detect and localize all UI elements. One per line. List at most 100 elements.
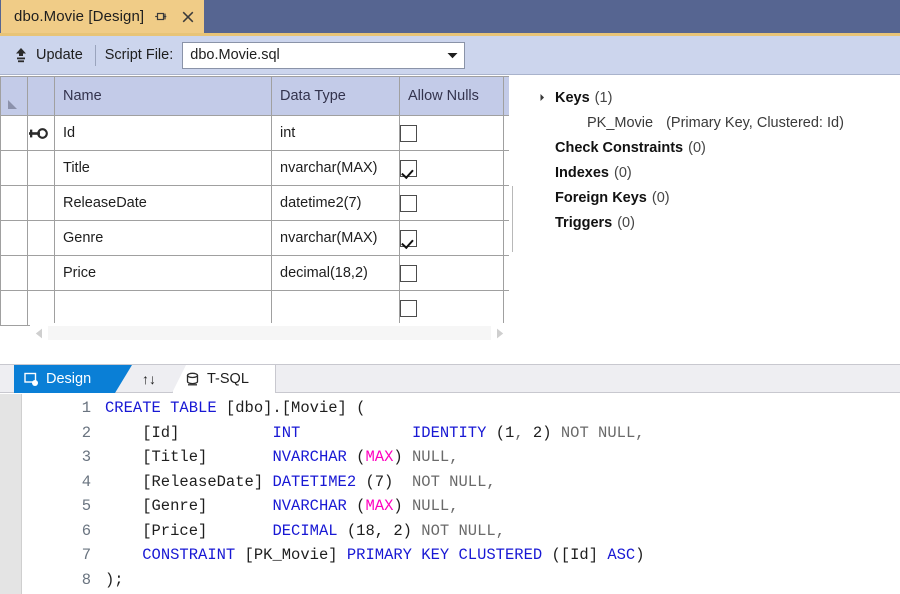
grid-header-allow-nulls[interactable]: Allow Nulls [400, 77, 504, 116]
allow-nulls-cell[interactable] [400, 291, 504, 326]
designer-icon [24, 372, 39, 387]
properties-group-count: (1) [595, 90, 613, 106]
table-row[interactable]: ReleaseDate datetime2(7) [1, 186, 510, 221]
column-name-cell[interactable]: Title [55, 151, 272, 186]
document-tab-label: dbo.Movie [Design] [14, 8, 144, 25]
script-file-combobox[interactable]: dbo.Movie.sql [182, 42, 465, 69]
toolbar-separator [95, 45, 96, 66]
column-name-cell[interactable]: Genre [55, 221, 272, 256]
properties-group-keys[interactable]: Keys (1) [537, 90, 900, 115]
column-data-type-cell[interactable] [272, 291, 400, 326]
line-number: 3 [23, 445, 105, 470]
key-item-name: PK_Movie [587, 115, 653, 131]
corner-triangle-icon [8, 100, 17, 109]
update-arrow-icon [13, 47, 29, 64]
pin-icon[interactable] [153, 8, 170, 25]
allow-nulls-cell[interactable] [400, 186, 504, 221]
update-button[interactable]: Update [9, 41, 91, 70]
columns-grid-pane: Name Data Type Allow Nulls [0, 76, 509, 364]
table-row[interactable]: Price decimal(18,2) [1, 256, 510, 291]
column-data-type-cell[interactable]: nvarchar(MAX) [272, 151, 400, 186]
designer-toolbar: Update Script File: dbo.Movie.sql [0, 36, 900, 75]
sort-updown-icon[interactable]: ↑↓ [128, 365, 170, 393]
line-number: 6 [23, 519, 105, 544]
primary-key-indicator-cell [28, 256, 55, 291]
column-name-cell[interactable]: Price [55, 256, 272, 291]
allow-nulls-cell[interactable] [400, 116, 504, 151]
tab-tsql-label: T-SQL [207, 371, 249, 387]
tab-design-label: Design [46, 371, 91, 387]
column-data-type-cell[interactable]: decimal(18,2) [272, 256, 400, 291]
line-number: 1 [23, 396, 105, 421]
column-data-type-cell[interactable]: datetime2(7) [272, 186, 400, 221]
allow-nulls-cell[interactable] [400, 151, 504, 186]
tsql-code-editor[interactable]: 1CREATE TABLE [dbo].[Movie] ( 2 [Id] INT… [0, 394, 900, 594]
column-data-type-cell[interactable]: int [272, 116, 400, 151]
row-selector[interactable] [1, 116, 28, 151]
properties-group-check-constraints[interactable]: Check Constraints (0) [537, 140, 900, 165]
scrollbar-thumb[interactable] [48, 326, 491, 340]
line-number: 5 [23, 494, 105, 519]
column-name-cell[interactable] [55, 291, 272, 326]
chevron-down-icon[interactable] [440, 43, 464, 68]
grid-header-row: Name Data Type Allow Nulls [1, 77, 510, 116]
properties-group-foreign-keys[interactable]: Foreign Keys (0) [537, 190, 900, 215]
document-tab-dbo-movie-design[interactable]: dbo.Movie [Design] [1, 0, 204, 33]
properties-group-count: (0) [652, 190, 670, 206]
grid-body: Id int Title nvarchar(MAX) [1, 116, 510, 326]
row-selector[interactable] [1, 221, 28, 256]
close-icon[interactable] [179, 8, 196, 25]
allow-nulls-cell[interactable] [400, 256, 504, 291]
view-tab-strip: Design ↑↓ T-SQL [0, 364, 900, 393]
allow-nulls-checkbox[interactable] [400, 195, 417, 212]
table-row[interactable]: Id int [1, 116, 510, 151]
sort-button-label: ↑↓ [142, 371, 156, 387]
column-data-type-cell[interactable]: nvarchar(MAX) [272, 221, 400, 256]
script-file-label: Script File: [105, 47, 174, 63]
editor-gutter [0, 394, 22, 594]
grid-header-name[interactable]: Name [55, 77, 272, 116]
triangle-left-icon[interactable] [30, 323, 48, 343]
tab-tsql[interactable]: T-SQL [172, 365, 276, 393]
grid-header-data-type[interactable]: Data Type [272, 77, 400, 116]
primary-key-indicator-cell [28, 116, 55, 151]
column-name-cell[interactable]: ReleaseDate [55, 186, 272, 221]
grid-select-all-corner[interactable] [1, 77, 28, 116]
table-row[interactable]: Genre nvarchar(MAX) [1, 221, 510, 256]
allow-nulls-cell[interactable] [400, 221, 504, 256]
properties-group-label: Foreign Keys [555, 190, 647, 206]
key-item-description: (Primary Key, Clustered: Id) [666, 115, 844, 131]
column-name-cell[interactable]: Id [55, 116, 272, 151]
row-selector[interactable] [1, 186, 28, 221]
allow-nulls-checkbox[interactable] [400, 300, 417, 317]
script-icon [185, 372, 200, 387]
designer-pane: Name Data Type Allow Nulls [0, 76, 900, 364]
allow-nulls-checkbox[interactable] [400, 160, 417, 177]
properties-group-count: (0) [617, 215, 635, 231]
primary-key-indicator-cell [28, 151, 55, 186]
properties-group-label: Indexes [555, 165, 609, 181]
allow-nulls-checkbox[interactable] [400, 125, 417, 142]
table-row-new[interactable] [1, 291, 510, 326]
allow-nulls-checkbox[interactable] [400, 230, 417, 247]
properties-group-triggers[interactable]: Triggers (0) [537, 215, 900, 240]
properties-group-label: Check Constraints [555, 140, 683, 156]
row-selector[interactable] [1, 291, 28, 326]
primary-key-indicator-cell [28, 221, 55, 256]
line-number: 7 [23, 543, 105, 568]
properties-key-item[interactable]: PK_Movie (Primary Key, Clustered: Id) [537, 115, 900, 140]
columns-grid: Name Data Type Allow Nulls [0, 76, 509, 326]
triangle-expanded-icon[interactable] [537, 90, 555, 106]
editor-code-content[interactable]: 1CREATE TABLE [dbo].[Movie] ( 2 [Id] INT… [23, 396, 645, 592]
tab-design[interactable]: Design [14, 365, 132, 393]
allow-nulls-checkbox[interactable] [400, 265, 417, 282]
grid-horizontal-scrollbar[interactable] [30, 323, 509, 343]
row-selector[interactable] [1, 151, 28, 186]
triangle-right-icon[interactable] [491, 323, 509, 343]
table-row[interactable]: Title nvarchar(MAX) [1, 151, 510, 186]
grid-header-key-column [28, 77, 55, 116]
primary-key-icon [28, 125, 48, 141]
table-designer-window: dbo.Movie [Design] [0, 0, 900, 594]
row-selector[interactable] [1, 256, 28, 291]
properties-group-indexes[interactable]: Indexes (0) [537, 165, 900, 190]
